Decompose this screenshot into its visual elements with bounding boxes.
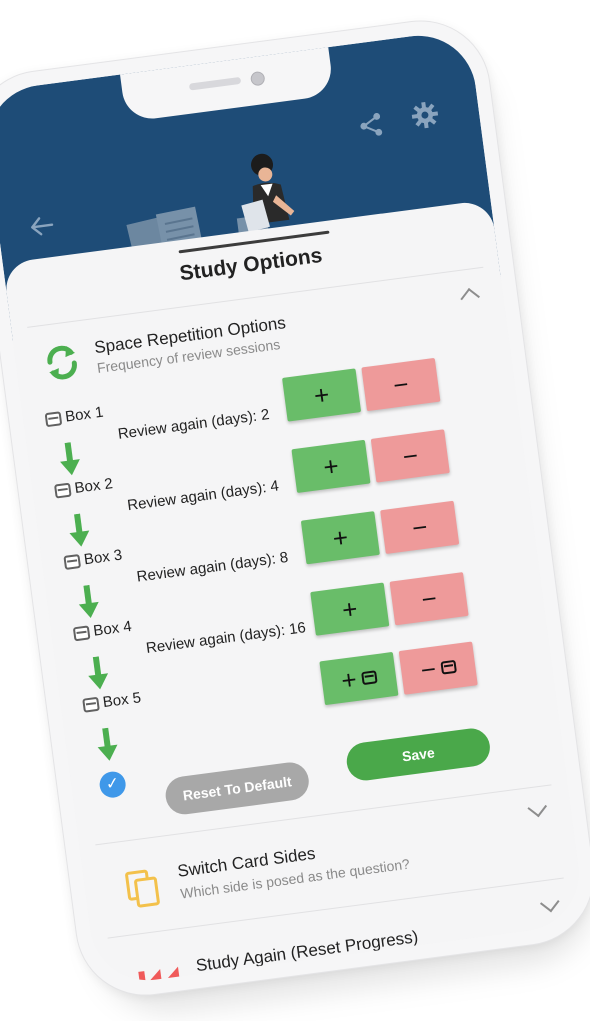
box-label: Box 3 [63,546,123,570]
arrow-down-icon [88,656,109,690]
increase-box-1-button[interactable]: + [282,368,362,422]
decrease-box-1-button[interactable]: − [361,357,441,412]
phone-frame: Study Options Space Repetition Options F… [0,11,590,1005]
arrow-down-icon [78,584,99,619]
rewind-icon [138,966,182,988]
review-interval-text: Review again (days): 8 [135,548,290,586]
share-icon[interactable] [356,111,386,144]
increase-box-2-button[interactable]: + [291,439,371,494]
arrow-down-icon [97,727,118,761]
box-label: Box 5 [82,689,142,713]
phone-notch [120,47,335,123]
add-box-button[interactable]: + [319,651,399,706]
inbox-icon [53,482,72,499]
expand-chevron-icon[interactable] [539,892,560,913]
decrease-box-2-button[interactable]: − [370,429,450,483]
box-label: Box 1 [44,404,104,428]
expand-chevron-icon[interactable] [527,797,548,818]
divider [107,877,564,939]
app-screen: Study Options Space Repetition Options F… [0,28,586,988]
plus-symbol: + [339,663,359,696]
check-circle-icon: ✓ [98,770,128,800]
copy-icon [125,869,160,908]
collapse-chevron-icon[interactable] [460,287,480,308]
inbox-icon [360,669,378,685]
back-arrow-icon[interactable] [29,213,56,242]
arrow-down-icon [60,442,80,476]
speaker-grille [188,76,242,91]
decrease-box-3-button[interactable]: − [380,500,460,554]
repeat-icon [47,345,77,380]
box-label: Box 2 [53,475,114,499]
gear-icon[interactable] [409,99,441,136]
study-options-sheet: Study Options Space Repetition Options F… [2,199,586,988]
inbox-icon [63,553,82,570]
arrow-down-icon [69,513,90,547]
divider [95,784,552,846]
inbox-icon [82,696,100,713]
review-interval-text: Review again (days): 4 [126,477,280,515]
review-interval-text: Review again (days): 16 [145,619,307,657]
front-camera [249,70,266,87]
inbox-icon [72,624,91,641]
remove-box-button[interactable]: − [398,641,478,695]
increase-box-4-button[interactable]: + [310,582,390,636]
review-interval-text: Review again (days): 2 [116,406,271,443]
inbox-icon [44,410,63,427]
minus-symbol: − [418,653,438,685]
box-label: Box 4 [72,618,133,642]
reset-to-default-button[interactable]: Reset To Default [163,760,312,817]
increase-box-3-button[interactable]: + [300,511,380,565]
inbox-icon [439,659,457,675]
save-button[interactable]: Save [344,726,493,783]
decrease-box-4-button[interactable]: − [389,572,469,626]
